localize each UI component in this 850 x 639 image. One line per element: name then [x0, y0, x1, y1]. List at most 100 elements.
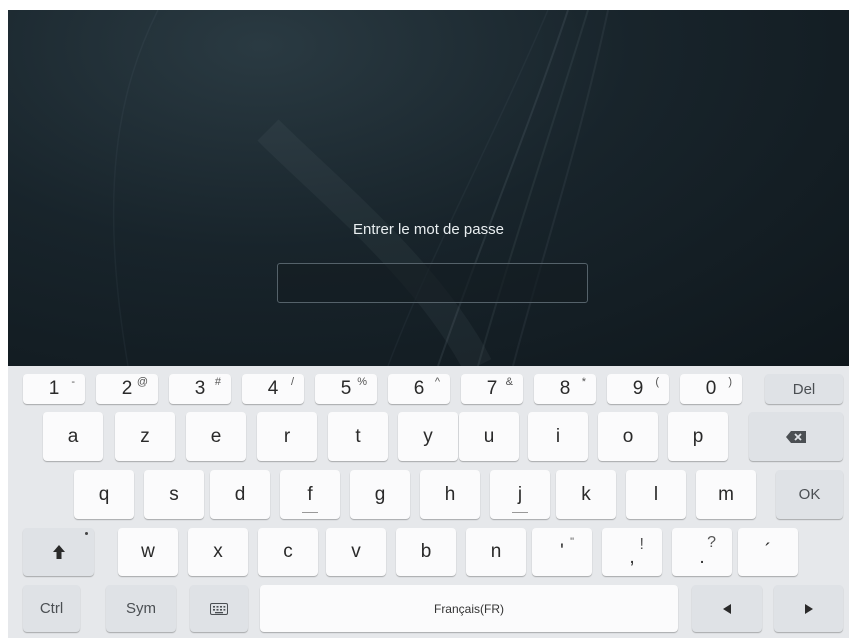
keyboard-switch-key[interactable] — [190, 585, 248, 632]
key-l[interactable]: l — [626, 470, 686, 519]
password-input[interactable] — [277, 263, 588, 303]
del-label: Del — [792, 380, 816, 398]
key-f[interactable]: f — [280, 470, 340, 519]
key-label: v — [351, 541, 361, 562]
key-x[interactable]: x — [188, 528, 248, 576]
arrow-left-icon — [723, 603, 731, 614]
arrow-right-icon — [804, 603, 813, 614]
key-label: t — [355, 425, 361, 447]
key-label: z — [140, 425, 150, 447]
key-main-label: 4 — [267, 378, 279, 399]
del-key[interactable]: Del — [765, 374, 843, 404]
key-4[interactable]: 4 / — [242, 374, 304, 404]
key-label: o — [622, 425, 634, 447]
key-m[interactable]: m — [696, 470, 756, 519]
key-8[interactable]: 8 * — [534, 374, 596, 404]
key-u[interactable]: u — [459, 412, 519, 461]
key-label: ´ — [764, 541, 772, 562]
keyboard-icon — [210, 602, 228, 615]
key-d[interactable]: d — [210, 470, 270, 519]
wallpaper-waves — [112, 10, 609, 366]
key-main-label: ' — [560, 541, 564, 562]
home-key-marker — [512, 512, 528, 513]
lock-screen: Entrer le mot de passe — [8, 10, 849, 366]
key-7[interactable]: 7 & — [461, 374, 523, 404]
key-apostrophe[interactable]: ' " — [532, 528, 592, 576]
key-2[interactable]: 2 @ — [96, 374, 158, 404]
key-label: h — [444, 483, 456, 505]
key-label: u — [483, 425, 495, 447]
key-label: k — [581, 483, 591, 505]
key-g[interactable]: g — [350, 470, 410, 519]
key-label: y — [423, 425, 433, 447]
shift-indicator-dot — [85, 532, 88, 535]
key-sup-label: ) — [728, 376, 732, 388]
key-main-label: 1 — [48, 378, 60, 399]
key-t[interactable]: t — [328, 412, 388, 461]
key-0[interactable]: 0 ) — [680, 374, 742, 404]
ctrl-label: Ctrl — [39, 600, 64, 617]
key-i[interactable]: i — [528, 412, 588, 461]
key-1[interactable]: 1 - — [23, 374, 85, 404]
key-sup-label: - — [71, 376, 75, 388]
key-j[interactable]: j — [490, 470, 550, 519]
key-main-label: 0 — [705, 378, 717, 399]
key-main-label: 7 — [486, 378, 498, 399]
key-y[interactable]: y — [398, 412, 458, 461]
key-main-label: 5 — [340, 378, 352, 399]
key-label: p — [692, 425, 704, 447]
key-k[interactable]: k — [556, 470, 616, 519]
shift-key[interactable] — [23, 528, 94, 576]
backspace-icon — [786, 430, 806, 443]
ok-label: OK — [798, 486, 821, 503]
key-sup-label: # — [214, 376, 221, 388]
cursor-left-key[interactable] — [692, 585, 762, 632]
key-label: d — [234, 483, 246, 505]
password-prompt: Entrer le mot de passe — [353, 221, 504, 238]
key-r[interactable]: r — [257, 412, 317, 461]
key-label: l — [653, 483, 659, 505]
key-q[interactable]: q — [74, 470, 134, 519]
home-key-marker — [302, 512, 318, 513]
key-5[interactable]: 5 % — [315, 374, 377, 404]
ok-key[interactable]: OK — [776, 470, 843, 519]
key-label: b — [420, 541, 432, 562]
key-v[interactable]: v — [326, 528, 386, 576]
key-s[interactable]: s — [144, 470, 204, 519]
key-o[interactable]: o — [598, 412, 658, 461]
key-sup-label: ( — [655, 376, 659, 388]
key-main-label: 8 — [559, 378, 571, 399]
on-screen-keyboard: 1 - 2 @ 3 # 4 / 5 % 6 ^ 7 & 8 * 9 ( 0 ) … — [8, 366, 849, 638]
key-label: m — [718, 483, 734, 505]
key-3[interactable]: 3 # — [169, 374, 231, 404]
key-sup-label: & — [505, 376, 513, 388]
ctrl-key[interactable]: Ctrl — [23, 585, 80, 632]
key-w[interactable]: w — [118, 528, 178, 576]
key-9[interactable]: 9 ( — [607, 374, 669, 404]
key-comma[interactable]: , ! — [602, 528, 662, 576]
sym-key[interactable]: Sym — [106, 585, 176, 632]
key-main-label: 3 — [194, 378, 206, 399]
key-label: i — [555, 425, 561, 447]
space-key[interactable]: Français(FR) — [260, 585, 678, 632]
key-label: e — [210, 425, 222, 447]
backspace-key[interactable] — [749, 412, 843, 461]
key-sup-label: " — [570, 536, 574, 548]
key-p[interactable]: p — [668, 412, 728, 461]
key-label: q — [98, 483, 110, 505]
key-b[interactable]: b — [396, 528, 456, 576]
key-a[interactable]: a — [43, 412, 103, 461]
key-main-label: 6 — [413, 378, 425, 399]
key-main-label: 9 — [632, 378, 644, 399]
key-6[interactable]: 6 ^ — [388, 374, 450, 404]
key-n[interactable]: n — [466, 528, 526, 576]
key-h[interactable]: h — [420, 470, 480, 519]
cursor-right-key[interactable] — [774, 585, 843, 632]
key-acute-accent[interactable]: ´ — [738, 528, 798, 576]
key-z[interactable]: z — [115, 412, 175, 461]
key-c[interactable]: c — [258, 528, 318, 576]
key-period[interactable]: . ? — [672, 528, 732, 576]
key-sup-label: / — [290, 376, 294, 388]
space-language-label: Français(FR) — [433, 601, 504, 616]
key-e[interactable]: e — [186, 412, 246, 461]
